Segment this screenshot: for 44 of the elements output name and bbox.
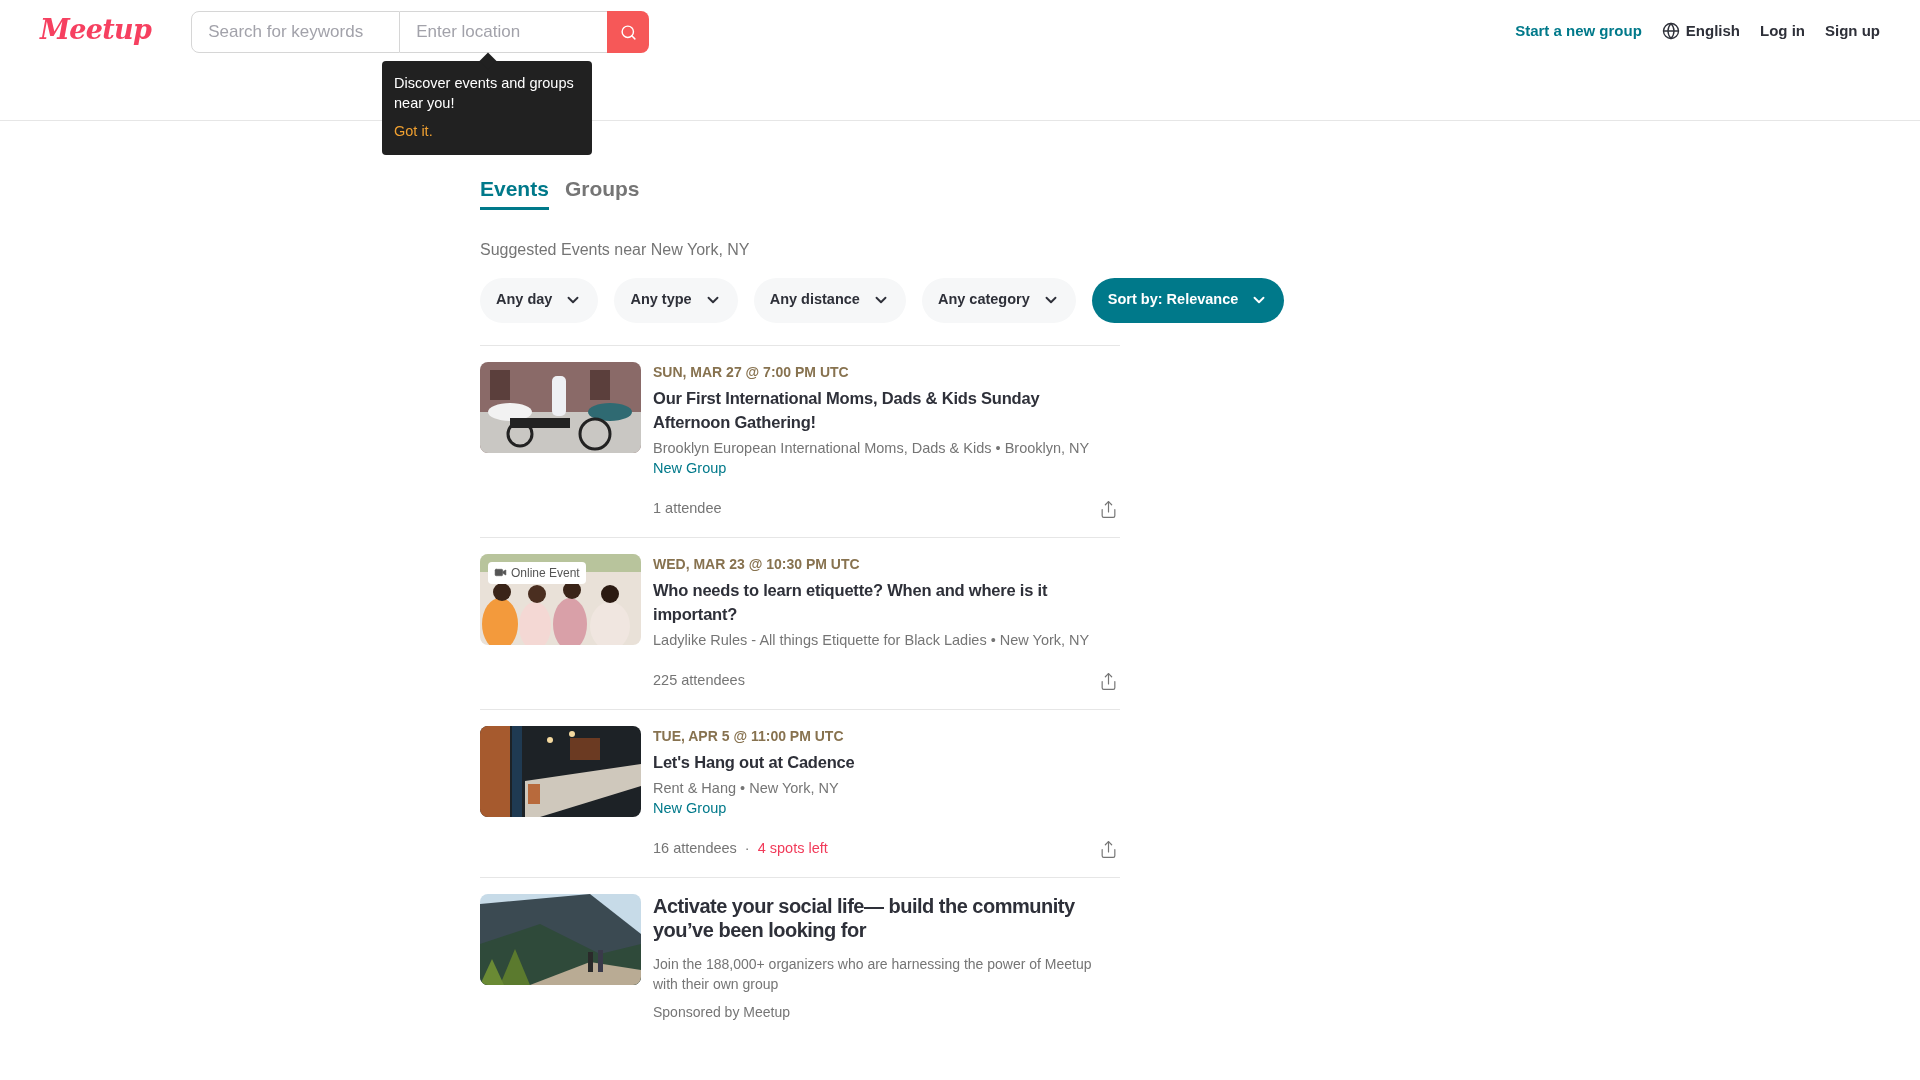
event-title[interactable]: Who needs to learn etiquette? When and where is it important?	[653, 577, 1120, 626]
location-field[interactable]: Enter location	[400, 11, 608, 53]
share-icon	[1099, 499, 1118, 519]
group-location: Rent & Hang • New York, NY	[653, 778, 840, 798]
filter-dropdown[interactable]: Sort by: Relevance	[1091, 277, 1285, 323]
tab[interactable]: Groups	[564, 173, 640, 210]
filter-dropdown[interactable]: Any distance	[753, 277, 906, 323]
event-title[interactable]: Let's Hang out at Cadence	[653, 749, 1120, 774]
got-it-link[interactable]: Got it.	[394, 121, 580, 143]
ad-description: Join the 188,000+ organizers who are harnessing the power of Meetup with their own group	[653, 954, 1093, 994]
section-subtitle: Suggested Events near New York, NY	[480, 239, 751, 260]
share-icon	[1099, 839, 1118, 859]
share-icon	[1099, 671, 1118, 691]
keyword-search-field[interactable]: Search for keywords	[191, 11, 401, 53]
group-location: Ladylike Rules - All things Etiquette for Black Ladies • New York, NY	[653, 630, 1091, 650]
group-location: Brooklyn European International Moms, Dads & Kids • Brooklyn, NY	[653, 438, 1091, 458]
globe-icon	[1661, 22, 1680, 41]
event-date: SUN, MAR 27 @ 7:00 PM UTC	[653, 362, 850, 382]
online-event-badge: Online Event	[488, 561, 586, 584]
nav-link[interactable]: Start a new group	[1515, 20, 1642, 43]
event-date: TUE, APR 5 @ 11:00 PM UTC	[653, 726, 845, 746]
search-icon	[619, 23, 637, 41]
nav-link[interactable]: Sign up	[1825, 20, 1880, 43]
sponsor-label: Sponsored by Meetup	[653, 1002, 791, 1022]
attendee-count: 1 attendee	[653, 499, 722, 519]
separator-dot: ·	[744, 839, 750, 859]
event-title[interactable]: Our First International Moms, Dads & Kids Sunday Afternoon Gathering!	[653, 385, 1120, 434]
tab[interactable]: Events	[480, 173, 549, 210]
filter-dropdown[interactable]: Any type	[614, 277, 738, 323]
nav-link[interactable]: Log in	[1760, 20, 1805, 43]
logo[interactable]: Meetup	[40, 9, 152, 51]
language-link[interactable]: English	[1661, 20, 1740, 43]
filter-dropdown[interactable]: Any day	[480, 277, 599, 323]
filter-dropdown[interactable]: Any category	[921, 277, 1076, 323]
new-group-label: New Group	[653, 798, 728, 818]
tooltip-message: Discover events and groups near you!	[394, 74, 575, 113]
attendee-count: 16 attendees	[653, 839, 737, 859]
spots-left: 4 spots left	[757, 839, 828, 859]
new-group-label: New Group	[653, 458, 728, 478]
search-button[interactable]	[607, 11, 650, 53]
event-date: WED, MAR 23 @ 10:30 PM UTC	[653, 554, 861, 574]
video-camera-icon	[494, 566, 507, 579]
attendee-count: 225 attendees	[653, 671, 745, 691]
ad-title[interactable]: Activate your social life— build the community you’ve been looking for	[653, 893, 1120, 942]
